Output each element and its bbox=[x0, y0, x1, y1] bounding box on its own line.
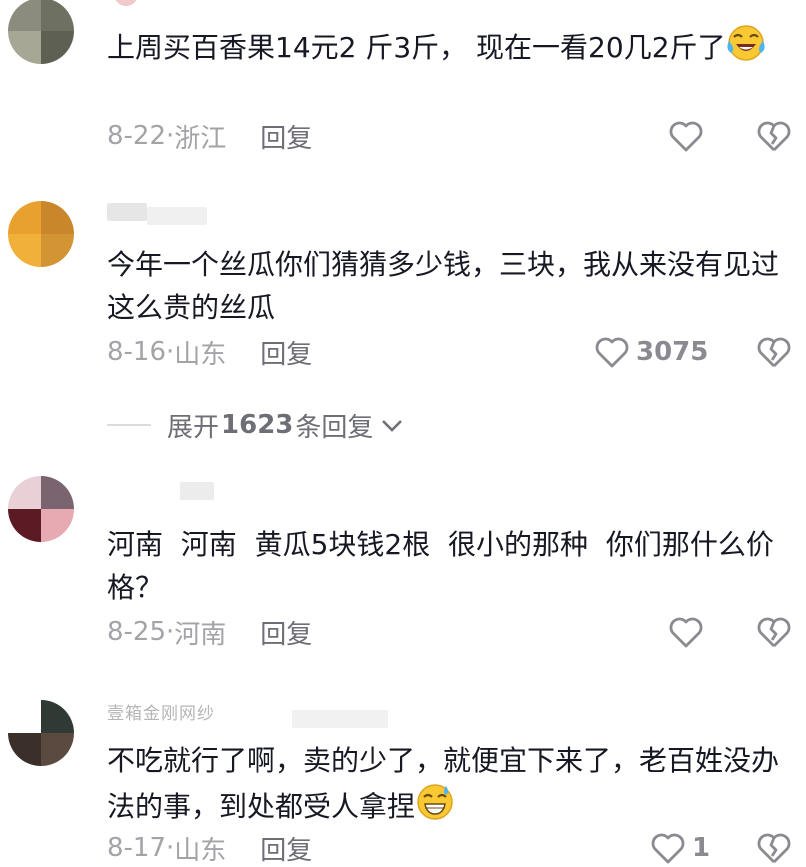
heart-icon bbox=[650, 831, 686, 865]
reply-button[interactable]: 回复 bbox=[260, 118, 312, 155]
username-blur bbox=[292, 710, 388, 728]
comment-location: 浙江 bbox=[174, 123, 227, 154]
comment-location: 山东 bbox=[174, 339, 227, 370]
dislike-button[interactable] bbox=[756, 119, 792, 153]
avatar-badge bbox=[114, 0, 138, 6]
like-count: 3075 bbox=[636, 337, 709, 367]
username[interactable] bbox=[180, 482, 214, 500]
like-count: 1 bbox=[692, 833, 711, 863]
comment-date: 8-17 bbox=[107, 833, 167, 863]
comment-text: 今年一个丝瓜你们猜猜多少钱，三块，我从来没有见过这么贵的丝瓜 bbox=[107, 248, 780, 324]
avatar[interactable] bbox=[8, 476, 74, 542]
comment-meta: 8-16 · 山东 回复 bbox=[107, 334, 312, 371]
avatar[interactable] bbox=[8, 0, 74, 64]
comment-date: 8-25 bbox=[107, 617, 167, 647]
comment-meta: 8-25 · 河南 回复 bbox=[107, 614, 312, 651]
broken-heart-icon bbox=[756, 831, 792, 865]
like-button[interactable] bbox=[668, 615, 704, 649]
avatar[interactable] bbox=[8, 700, 74, 766]
comment-date: 8-16 bbox=[107, 337, 167, 367]
username[interactable]: 壹箱金刚网纱 bbox=[107, 702, 287, 726]
comment-location: 山东 bbox=[174, 835, 227, 866]
like-button[interactable]: 1 bbox=[650, 831, 710, 865]
username[interactable] bbox=[107, 203, 147, 221]
divider bbox=[107, 424, 151, 426]
avatar[interactable] bbox=[8, 201, 74, 267]
dislike-button[interactable] bbox=[756, 831, 792, 865]
comment-text: 不吃就行了啊，卖的少了，就便宜下来了，老百姓没办法的事，到处都受人拿捏 bbox=[107, 739, 787, 834]
dislike-button[interactable] bbox=[756, 615, 792, 649]
comment-meta: 8-22 · 浙江 回复 bbox=[107, 118, 312, 155]
broken-heart-icon bbox=[756, 615, 792, 649]
laugh-cry-emoji-icon bbox=[726, 23, 766, 75]
heart-icon bbox=[668, 615, 704, 649]
dislike-button[interactable] bbox=[756, 335, 792, 369]
heart-icon bbox=[594, 335, 630, 369]
broken-heart-icon bbox=[756, 335, 792, 369]
broken-heart-icon bbox=[756, 119, 792, 153]
reply-count: 1623 bbox=[221, 410, 294, 440]
comment-text: 上周买百香果14元2 斤3斤， 现在一看20几2斤了 bbox=[107, 23, 787, 75]
comment-location: 河南 bbox=[174, 619, 227, 650]
like-button[interactable]: 3075 bbox=[594, 335, 708, 369]
chevron-down-icon bbox=[381, 410, 403, 440]
comment-meta: 8-17 · 山东 回复 bbox=[107, 830, 312, 867]
reply-button[interactable]: 回复 bbox=[260, 830, 312, 867]
heart-icon bbox=[668, 119, 704, 153]
reply-button[interactable]: 回复 bbox=[260, 614, 312, 651]
comment-text: 河南 河南 黄瓜5块钱2根 很小的那种 你们那什么价格？ bbox=[107, 528, 774, 604]
comment-date: 8-22 bbox=[107, 121, 167, 151]
like-button[interactable] bbox=[668, 119, 704, 153]
username-blur bbox=[147, 207, 207, 225]
grin-sweat-emoji-icon bbox=[415, 782, 455, 834]
expand-replies-button[interactable]: 展开 1623 条回复 bbox=[107, 408, 403, 443]
reply-button[interactable]: 回复 bbox=[260, 334, 312, 371]
